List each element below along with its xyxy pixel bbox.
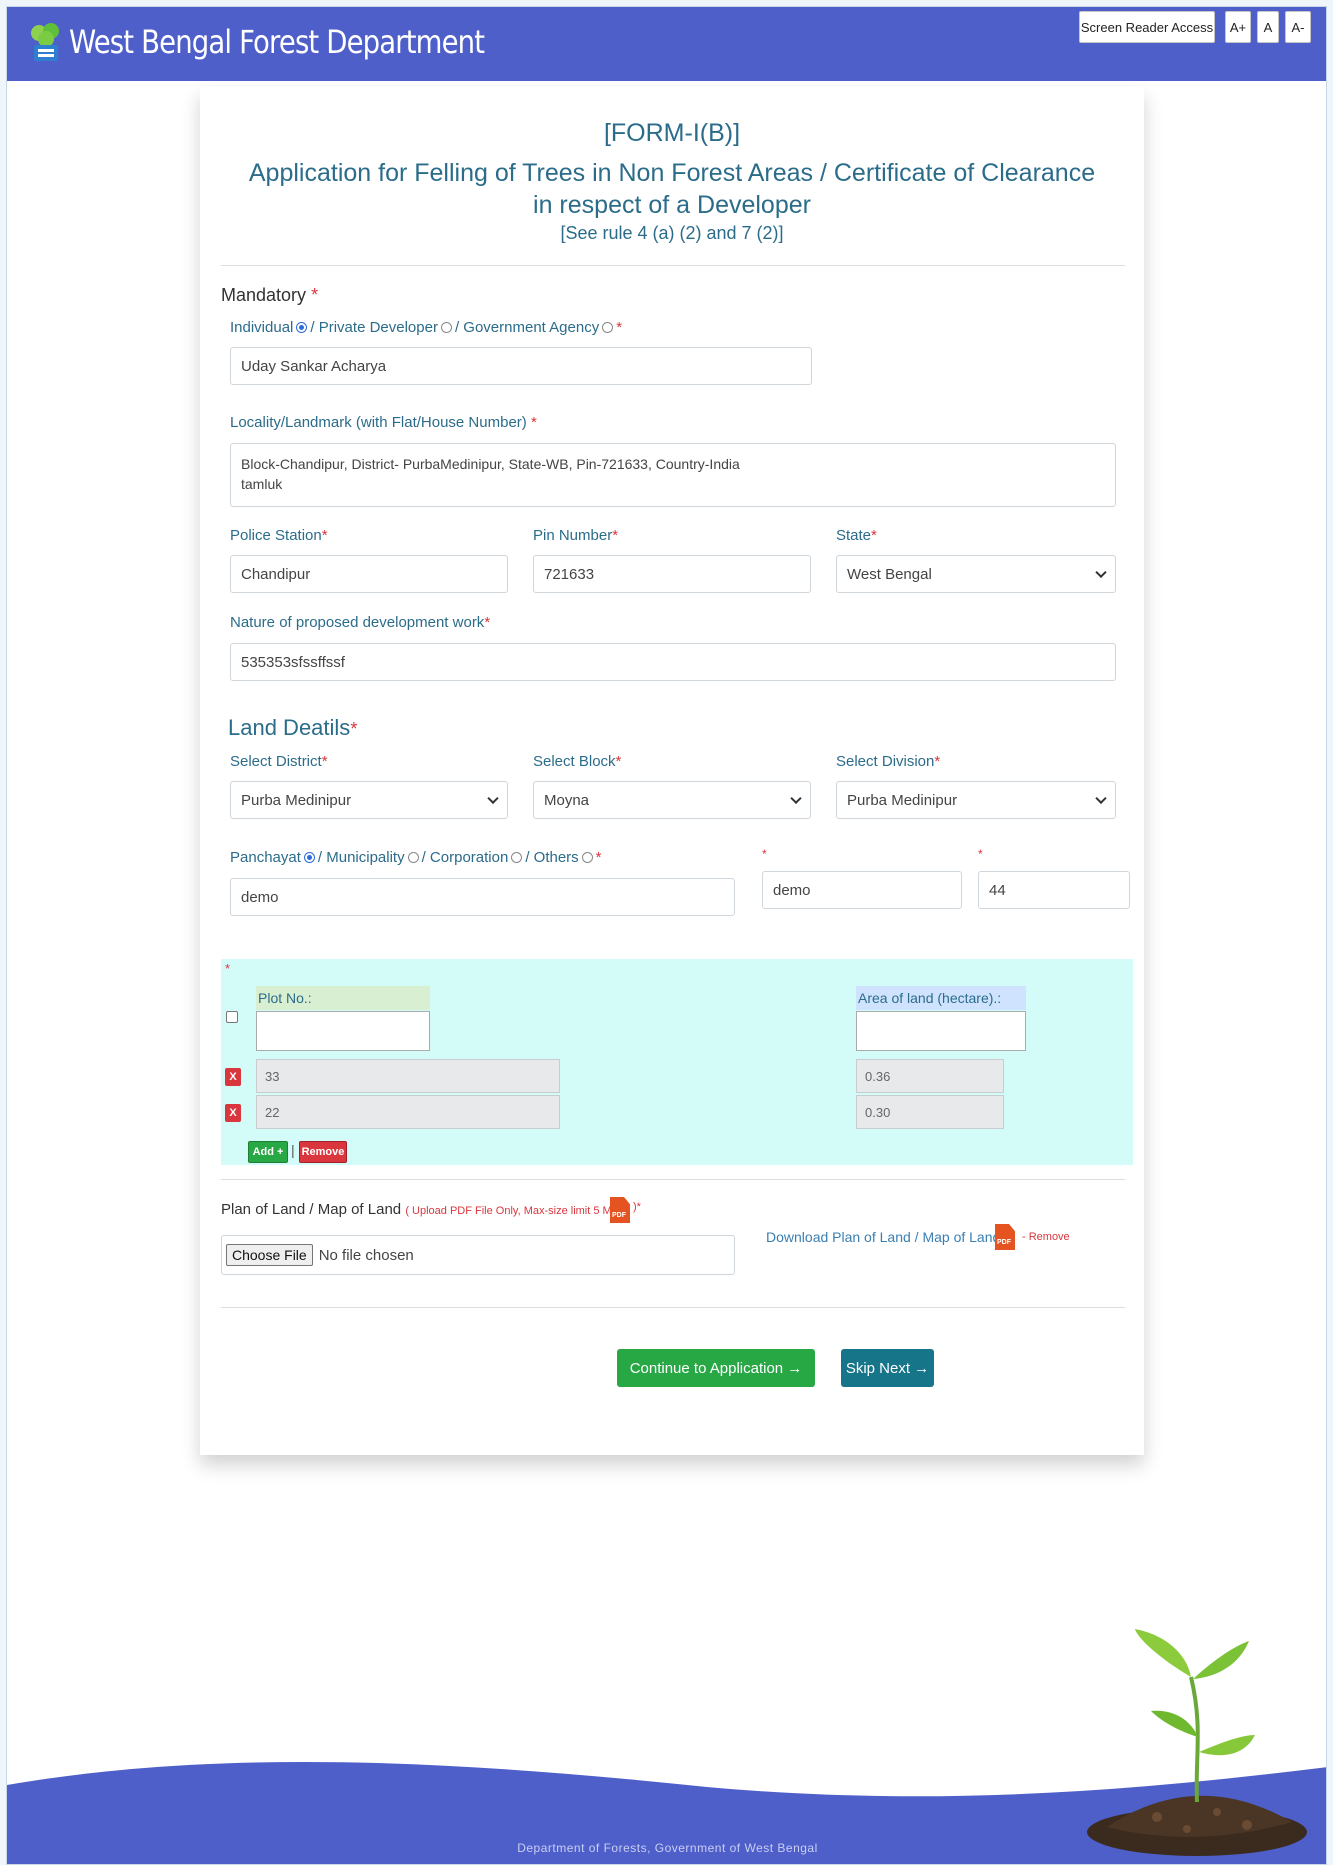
plan-of-land-label: Plan of Land / Map of Land ( Upload PDF … [221,1201,623,1218]
applicant-type-private-radio[interactable] [440,322,452,333]
site-header: West Bengal Forest Department Screen Rea… [7,7,1326,81]
local-body-input[interactable]: demo [230,878,735,916]
sapling-illustration [1087,1629,1307,1856]
division-label: Select Division* [836,753,941,770]
local-body-field-2-input[interactable]: demo [762,871,962,909]
download-plan-link[interactable]: Download Plan of Land / Map of Land [766,1229,1000,1245]
block-select[interactable]: Moyna [533,781,811,819]
state-select-value: West Bengal [847,565,932,583]
site-title: West Bengal Forest Department [69,23,485,61]
remove-row-icon[interactable]: X [225,1068,241,1086]
department-logo-icon [31,23,59,61]
font-decrease-button[interactable]: A- [1285,11,1311,43]
page-frame: West Bengal Forest Department Screen Rea… [6,6,1327,1865]
required-marker: * [225,961,231,976]
choose-file-button[interactable]: Choose File [226,1244,313,1266]
upload-hint-close: )* [633,1201,641,1213]
local-body-panchayat-radio[interactable] [303,852,315,863]
plot-details-panel: * Plot No.: Area of land (hectare).: X 3… [221,959,1133,1165]
nature-of-work-input[interactable]: 535353sfssffssf [230,643,1116,681]
pdf-icon[interactable]: PDF [995,1224,1015,1250]
upload-hint: ( Upload PDF File Only, Max-size limit 5… [405,1205,623,1217]
area-cell: 0.36 [856,1059,1004,1093]
chevron-down-icon [487,792,499,805]
form-number: [FORM-I(B)] [603,119,741,147]
font-normal-button[interactable]: A [1257,11,1279,43]
area-header: Area of land (hectare).: [856,986,1026,1010]
chevron-down-icon [790,792,802,805]
land-details-heading: Land Deatils* [228,715,358,740]
remove-plot-button[interactable]: Remove [299,1141,347,1163]
local-body-others-label: / Others [525,849,579,866]
application-form-card: [FORM-I(B)] Application for Felling of T… [200,87,1144,1455]
block-select-value: Moyna [544,791,590,809]
local-body-municipality-radio[interactable] [407,852,419,863]
screen-reader-button[interactable]: Screen Reader Access [1079,11,1215,43]
chevron-down-icon [1095,566,1107,579]
divider [221,265,1125,266]
footer-text: Department of Forests, Government of Wes… [517,1841,818,1855]
button-separator: | [291,1142,295,1158]
applicant-name-input[interactable]: Uday Sankar Acharya [230,347,812,385]
applicant-type-government-radio[interactable] [602,322,614,333]
mandatory-heading: Mandatory * [221,285,319,305]
state-select[interactable]: West Bengal [836,555,1116,593]
plot-number-header: Plot No.: [256,986,430,1010]
select-all-checkbox[interactable] [226,1011,238,1023]
no-file-chosen-text: No file chosen [318,1246,414,1264]
add-plot-button[interactable]: Add + [248,1141,288,1163]
new-area-input[interactable] [856,1011,1026,1051]
font-increase-button[interactable]: A+ [1225,11,1251,43]
division-select[interactable]: Purba Medinipur [836,781,1116,819]
divider [221,1179,1125,1180]
district-select[interactable]: Purba Medinipur [230,781,508,819]
local-body-corporation-label: / Corporation [421,849,509,866]
pdf-icon: PDF [610,1197,630,1223]
applicant-type-individual-radio[interactable] [296,322,308,333]
pin-number-input[interactable]: 721633 [533,555,811,593]
plot-number-cell: 33 [256,1059,560,1093]
form-rule: [See rule 4 (a) (2) and 7 (2)] [560,223,784,243]
form-title: Application for Felling of Trees in Non … [248,159,1096,219]
local-body-municipality-label: / Municipality [317,849,405,866]
skip-next-button[interactable]: Skip Next → [841,1349,934,1387]
local-body-radio-group: Panchayat / Municipality / Corporation / Ot… [230,849,602,866]
area-cell: 0.30 [856,1095,1004,1129]
block-label: Select Block* [533,753,622,770]
required-marker: * [978,847,983,861]
new-plot-number-input[interactable] [256,1011,430,1051]
district-select-value: Purba Medinipur [241,791,352,809]
applicant-type-radio-group: Individual / Private Developer / Governmen… [230,319,623,336]
plot-number-cell: 22 [256,1095,560,1129]
division-select-value: Purba Medinipur [847,791,958,809]
locality-textarea[interactable]: Block-Chandipur, District- PurbaMedinipu… [230,443,1116,507]
local-body-corporation-radio[interactable] [511,852,523,863]
local-body-others-radio[interactable] [581,852,593,863]
locality-label: Locality/Landmark (with Flat/House Numbe… [230,414,537,431]
remove-row-icon[interactable]: X [225,1104,241,1122]
required-marker: * [762,847,767,861]
divider [221,1307,1125,1308]
file-input[interactable]: Choose File No file chosen [221,1235,735,1275]
applicant-type-individual-label: Individual [230,319,294,336]
applicant-type-government-label: / Government Agency [454,319,600,336]
pin-number-label: Pin Number* [533,527,619,544]
applicant-type-private-label: / Private Developer [310,319,438,336]
district-label: Select District* [230,753,328,770]
remove-upload-link[interactable]: - Remove [1022,1231,1070,1243]
state-label: State* [836,527,877,544]
local-body-field-3-input[interactable]: 44 [978,871,1130,909]
police-station-input[interactable]: Chandipur [230,555,508,593]
continue-to-application-button[interactable]: Continue to Application → [617,1349,815,1387]
local-body-panchayat-label: Panchayat [230,849,301,866]
chevron-down-icon [1095,792,1107,805]
police-station-label: Police Station* [230,527,328,544]
nature-of-work-label: Nature of proposed development work* [230,614,491,631]
